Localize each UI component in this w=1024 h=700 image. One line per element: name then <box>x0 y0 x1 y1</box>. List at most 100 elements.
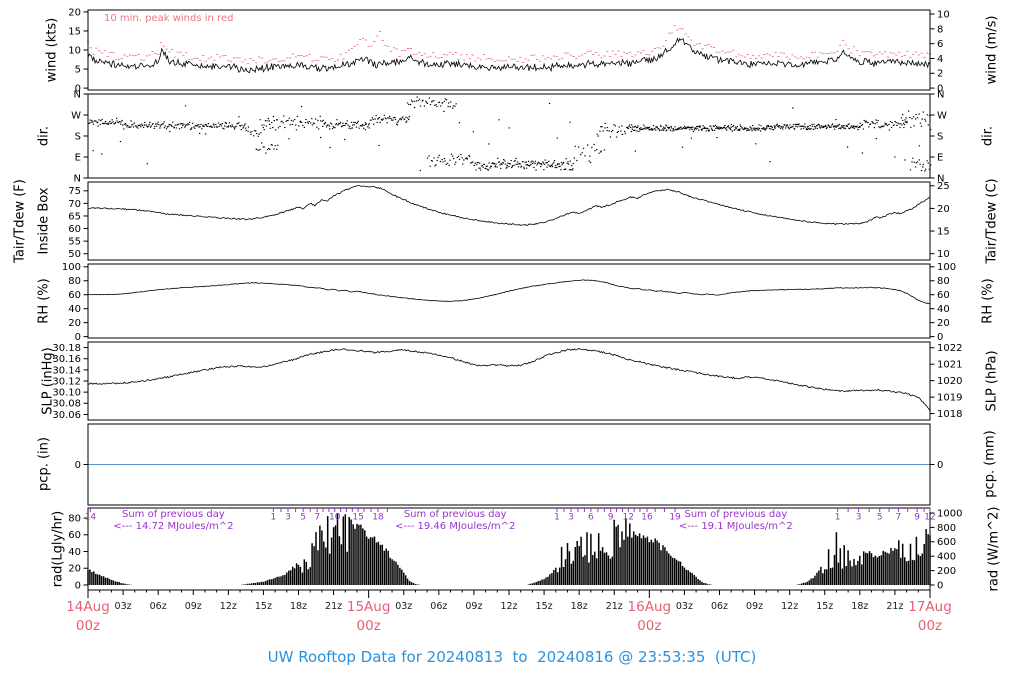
svg-text:100: 100 <box>62 262 81 273</box>
series-layer <box>86 25 932 585</box>
dir-left-axis-title: dir. <box>36 125 52 147</box>
svg-text:60: 60 <box>937 290 950 301</box>
x-hour-label: 03z <box>395 601 413 612</box>
svg-text:30.06: 30.06 <box>52 410 81 421</box>
x-hour-label: 06z <box>430 601 448 612</box>
page-title: UW Rooftop Data for 20240813 to 20240816… <box>267 648 757 666</box>
svg-text:S: S <box>75 131 81 142</box>
svg-text:30.18: 30.18 <box>52 343 81 354</box>
x-hour-label: 12z <box>781 601 799 612</box>
x-hour-label: 15z <box>254 601 272 612</box>
svg-text:30.16: 30.16 <box>52 354 81 365</box>
x-hour-label: 18z <box>289 601 308 612</box>
svg-text:5: 5 <box>75 64 81 75</box>
x-hour-label: 09z <box>184 601 202 612</box>
rad-sum-annotation-1-line2: <--- 14.72 MJoules/m^2 <box>113 521 234 532</box>
x-hour-label: 21z <box>605 601 623 612</box>
x-hour-label: 18z <box>851 601 869 612</box>
svg-text:1000: 1000 <box>937 508 962 519</box>
svg-text:20: 20 <box>68 318 81 329</box>
rh-right-axis-title: RH (%) <box>980 278 996 324</box>
svg-text:40: 40 <box>68 547 81 558</box>
rad-sum-annotation-3-line2: <--- 19.1 MJoules/m^2 <box>678 521 793 532</box>
x-hour-label: 03z <box>114 601 132 612</box>
x-hour-label: 12z <box>500 601 518 612</box>
svg-text:70: 70 <box>68 199 81 210</box>
svg-text:1021: 1021 <box>937 360 962 371</box>
svg-text:0: 0 <box>75 460 81 471</box>
rad-right-axis-title: rad (W/m^2) <box>986 506 1002 592</box>
svg-text:1020: 1020 <box>937 376 962 387</box>
svg-text:40: 40 <box>68 304 81 315</box>
svg-text:5: 5 <box>300 513 306 523</box>
svg-text:3: 3 <box>856 513 862 523</box>
tair-series <box>88 185 931 226</box>
svg-text:3: 3 <box>285 513 291 523</box>
x-hour-label: 18z <box>570 601 588 612</box>
svg-text:14: 14 <box>85 513 97 523</box>
x-hour-label: 12z <box>219 601 237 612</box>
x-hour-label: 15z <box>535 601 553 612</box>
pcp-right-axis-title: pcp. (mm) <box>982 430 998 498</box>
x-hour-label: 06z <box>710 601 729 612</box>
rad-sum-annotation-2-line2: <--- 19.46 MJoules/m^2 <box>395 521 516 532</box>
x-hour-label: 21z <box>886 601 904 612</box>
svg-text:E: E <box>937 152 943 163</box>
svg-text:3: 3 <box>568 513 574 523</box>
tair-right-axis-title: Tair/Tdew (C) <box>984 178 1000 264</box>
rh-panel-frame <box>87 263 931 339</box>
rad-sum-annotation-2-line1: Sum of previous day <box>403 509 507 520</box>
svg-text:400: 400 <box>937 552 956 563</box>
svg-text:15: 15 <box>352 513 363 523</box>
svg-text:30.08: 30.08 <box>52 399 81 410</box>
svg-text:7: 7 <box>314 513 320 523</box>
svg-text:N: N <box>74 173 81 184</box>
svg-text:60: 60 <box>68 224 81 235</box>
svg-text:60: 60 <box>68 530 81 541</box>
dir-right-axis-title: dir. <box>980 125 996 147</box>
svg-text:30.12: 30.12 <box>52 376 81 387</box>
rad-left-axis-title: rad(Lgly/hr) <box>50 510 66 588</box>
svg-text:0: 0 <box>937 460 943 471</box>
svg-text:12: 12 <box>924 513 935 523</box>
svg-text:1018: 1018 <box>937 409 962 420</box>
svg-text:10: 10 <box>937 249 950 260</box>
x-hour-label: 09z <box>465 601 483 612</box>
svg-text:7: 7 <box>896 513 902 523</box>
svg-text:800: 800 <box>937 523 956 534</box>
svg-text:N: N <box>74 89 81 100</box>
svg-text:2: 2 <box>937 69 943 80</box>
svg-text:60: 60 <box>68 290 81 301</box>
svg-text:40: 40 <box>937 304 950 315</box>
x-hour-label: 06z <box>149 601 167 612</box>
svg-text:1: 1 <box>835 513 841 523</box>
svg-text:80: 80 <box>937 276 950 287</box>
svg-text:12: 12 <box>623 513 634 523</box>
chart-canvas: 051015200246810N NW WS SE EN N505560657075101… <box>52 7 962 598</box>
svg-text:5: 5 <box>877 513 883 523</box>
svg-text:9: 9 <box>914 513 920 523</box>
svg-text:0: 0 <box>75 332 81 343</box>
slp-panel-frame <box>87 341 931 421</box>
svg-text:18: 18 <box>372 513 384 523</box>
svg-text:1019: 1019 <box>937 393 962 404</box>
dir-panel-frame <box>87 93 931 179</box>
x-hour-label: 03z <box>675 601 693 612</box>
svg-text:600: 600 <box>937 537 956 548</box>
rh-series <box>87 279 931 305</box>
x-hour-label: 09z <box>746 601 764 612</box>
svg-text:20: 20 <box>68 564 81 575</box>
time-axis-labels: 14Aug 00z 15Aug 00z 16Aug 00z 17Aug 00z 03z 06z 09… <box>0 0 1024 634</box>
pcp-left-axis-title: pcp. (in) <box>36 437 52 491</box>
svg-text:20: 20 <box>937 318 950 329</box>
svg-text:55: 55 <box>68 237 81 248</box>
x-hour-label: 21z <box>325 601 343 612</box>
svg-text:80: 80 <box>68 513 81 524</box>
svg-text:1: 1 <box>554 513 560 523</box>
svg-text:1022: 1022 <box>937 343 962 354</box>
svg-text:20: 20 <box>937 204 950 215</box>
svg-text:65: 65 <box>68 211 81 222</box>
svg-text:1: 1 <box>270 513 276 523</box>
svg-text:16: 16 <box>641 513 653 523</box>
svg-text:50: 50 <box>68 249 81 260</box>
